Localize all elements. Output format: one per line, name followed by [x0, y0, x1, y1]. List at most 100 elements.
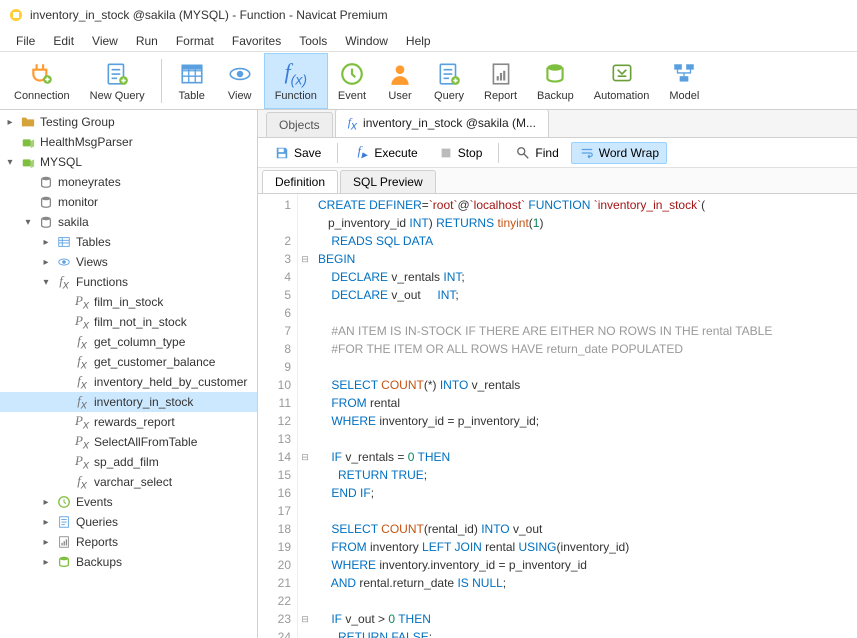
code-line[interactable]: BEGIN	[318, 250, 851, 268]
backups-icon	[56, 554, 72, 570]
code-line[interactable]: CREATE DEFINER=`root`@`localhost` FUNCTI…	[318, 196, 851, 214]
table-button[interactable]: Table	[168, 53, 216, 109]
fn-film-in-stock[interactable]: Pxfilm_in_stock	[0, 292, 257, 312]
schema-sakila[interactable]: ▾sakila	[0, 212, 257, 232]
folder-backups[interactable]: ▸Backups	[0, 552, 257, 572]
schema-monitor[interactable]: monitor	[0, 192, 257, 212]
menu-help[interactable]: Help	[398, 32, 439, 50]
code-line[interactable]: IF v_rentals = 0 THEN	[318, 448, 851, 466]
code-line[interactable]: FROM rental	[318, 394, 851, 412]
code-line[interactable]: DECLARE v_rentals INT;	[318, 268, 851, 286]
code-line[interactable]	[318, 592, 851, 610]
code-line[interactable]: RETURN FALSE;	[318, 628, 851, 638]
model-button[interactable]: Model	[659, 53, 709, 109]
code-line[interactable]: WHERE inventory_id = p_inventory_id;	[318, 412, 851, 430]
fn-rewards-report[interactable]: Pxrewards_report	[0, 412, 257, 432]
view-button[interactable]: View	[216, 53, 264, 109]
menu-favorites[interactable]: Favorites	[224, 32, 289, 50]
new-query-button[interactable]: New Query	[80, 53, 155, 109]
stop-button[interactable]: Stop	[430, 142, 491, 164]
code-line[interactable]: p_inventory_id INT) RETURNS tinyint(1)	[318, 214, 851, 232]
code-line[interactable]: AND rental.return_date IS NULL;	[318, 574, 851, 592]
fn-selectallfromtable[interactable]: PxSelectAllFromTable	[0, 432, 257, 452]
user-button[interactable]: User	[376, 53, 424, 109]
code-line[interactable]: SELECT COUNT(rental_id) INTO v_out	[318, 520, 851, 538]
tree-label: Reports	[76, 535, 118, 549]
menu-edit[interactable]: Edit	[45, 32, 82, 50]
code-editor[interactable]: 1234567891011121314151617181920212223242…	[258, 194, 857, 638]
fn-sp-add-film[interactable]: Pxsp_add_film	[0, 452, 257, 472]
group-testing[interactable]: ▸Testing Group	[0, 112, 257, 132]
folder-queries[interactable]: ▸Queries	[0, 512, 257, 532]
connection-tree[interactable]: ▸Testing GroupHealthMsgParser▾MYSQLmoney…	[0, 110, 258, 638]
expand-toggle[interactable]: ▸	[40, 537, 52, 548]
fold-marker[interactable]: ⊟	[298, 250, 312, 268]
menu-tools[interactable]: Tools	[291, 32, 335, 50]
menu-format[interactable]: Format	[168, 32, 222, 50]
expand-toggle[interactable]: ▸	[40, 237, 52, 248]
folder-tables[interactable]: ▸Tables	[0, 232, 257, 252]
code-line[interactable]	[318, 502, 851, 520]
code-line[interactable]	[318, 358, 851, 376]
code-line[interactable]: DECLARE v_out INT;	[318, 286, 851, 304]
fn-inventory-held-by-customer[interactable]: fxinventory_held_by_customer	[0, 372, 257, 392]
fold-marker[interactable]: ⊟	[298, 448, 312, 466]
schema-moneyrates[interactable]: moneyrates	[0, 172, 257, 192]
menu-run[interactable]: Run	[128, 32, 166, 50]
folder-views[interactable]: ▸Views	[0, 252, 257, 272]
expand-toggle[interactable]: ▾	[22, 217, 34, 228]
event-button[interactable]: Event	[328, 53, 376, 109]
folder-functions[interactable]: ▾fxFunctions	[0, 272, 257, 292]
menu-view[interactable]: View	[84, 32, 126, 50]
expand-toggle[interactable]: ▸	[4, 117, 16, 128]
code-line[interactable]: IF v_out > 0 THEN	[318, 610, 851, 628]
code-line[interactable]	[318, 430, 851, 448]
fold-marker[interactable]: ⊟	[298, 610, 312, 628]
folder-reports[interactable]: ▸ Reports	[0, 532, 257, 552]
code-area[interactable]: CREATE DEFINER=`root`@`localhost` FUNCTI…	[312, 194, 857, 638]
fn-varchar-select[interactable]: fxvarchar_select	[0, 472, 257, 492]
automation-button[interactable]: Automation	[584, 53, 660, 109]
function-button[interactable]: f(x)Function	[264, 53, 328, 109]
code-line[interactable]: READS SQL DATA	[318, 232, 851, 250]
expand-toggle[interactable]: ▸	[40, 517, 52, 528]
expand-toggle[interactable]: ▸	[40, 497, 52, 508]
find-button[interactable]: Find	[507, 142, 566, 164]
save-button[interactable]: Save	[266, 142, 329, 164]
report-button[interactable]: Report	[474, 53, 527, 109]
code-line[interactable]: FROM inventory LEFT JOIN rental USING(in…	[318, 538, 851, 556]
subtab-definition[interactable]: Definition	[262, 170, 338, 193]
execute-button[interactable]: f▸Execute	[346, 142, 425, 164]
line-number: 8	[258, 340, 291, 358]
expand-toggle[interactable]: ▾	[40, 277, 52, 288]
code-line[interactable]: SELECT COUNT(*) INTO v_rentals	[318, 376, 851, 394]
fold-marker	[298, 502, 312, 520]
menu-file[interactable]: File	[8, 32, 43, 50]
expand-toggle[interactable]: ▸	[40, 257, 52, 268]
menu-window[interactable]: Window	[337, 32, 396, 50]
code-line[interactable]	[318, 304, 851, 322]
line-number: 6	[258, 304, 291, 322]
fn-get-column-type[interactable]: fxget_column_type	[0, 332, 257, 352]
code-line[interactable]: RETURN TRUE;	[318, 466, 851, 484]
fold-gutter[interactable]: ⊟ ⊟ ⊟	[298, 194, 312, 638]
subtab-sql-preview[interactable]: SQL Preview	[340, 170, 436, 193]
fn-film-not-in-stock[interactable]: Pxfilm_not_in_stock	[0, 312, 257, 332]
code-line[interactable]: #FOR THE ITEM OR ALL ROWS HAVE return_da…	[318, 340, 851, 358]
code-line[interactable]: #AN ITEM IS IN-STOCK IF THERE ARE EITHER…	[318, 322, 851, 340]
code-line[interactable]: END IF;	[318, 484, 851, 502]
conn-mysql[interactable]: ▾MYSQL	[0, 152, 257, 172]
word-wrap-button[interactable]: Word Wrap	[571, 142, 667, 164]
connection-button[interactable]: Connection	[4, 53, 80, 109]
expand-toggle[interactable]: ▾	[4, 157, 16, 168]
fn-get-customer-balance[interactable]: fxget_customer_balance	[0, 352, 257, 372]
fn-inventory-in-stock[interactable]: fxinventory_in_stock	[0, 392, 257, 412]
backup-button[interactable]: Backup	[527, 53, 584, 109]
tab-objects[interactable]: Objects	[266, 112, 333, 137]
query-button[interactable]: Query	[424, 53, 474, 109]
code-line[interactable]: WHERE inventory.inventory_id = p_invento…	[318, 556, 851, 574]
conn-healthmsgparser[interactable]: HealthMsgParser	[0, 132, 257, 152]
tab-function[interactable]: fxinventory_in_stock @sakila (M...	[335, 110, 549, 137]
expand-toggle[interactable]: ▸	[40, 557, 52, 568]
folder-events[interactable]: ▸Events	[0, 492, 257, 512]
